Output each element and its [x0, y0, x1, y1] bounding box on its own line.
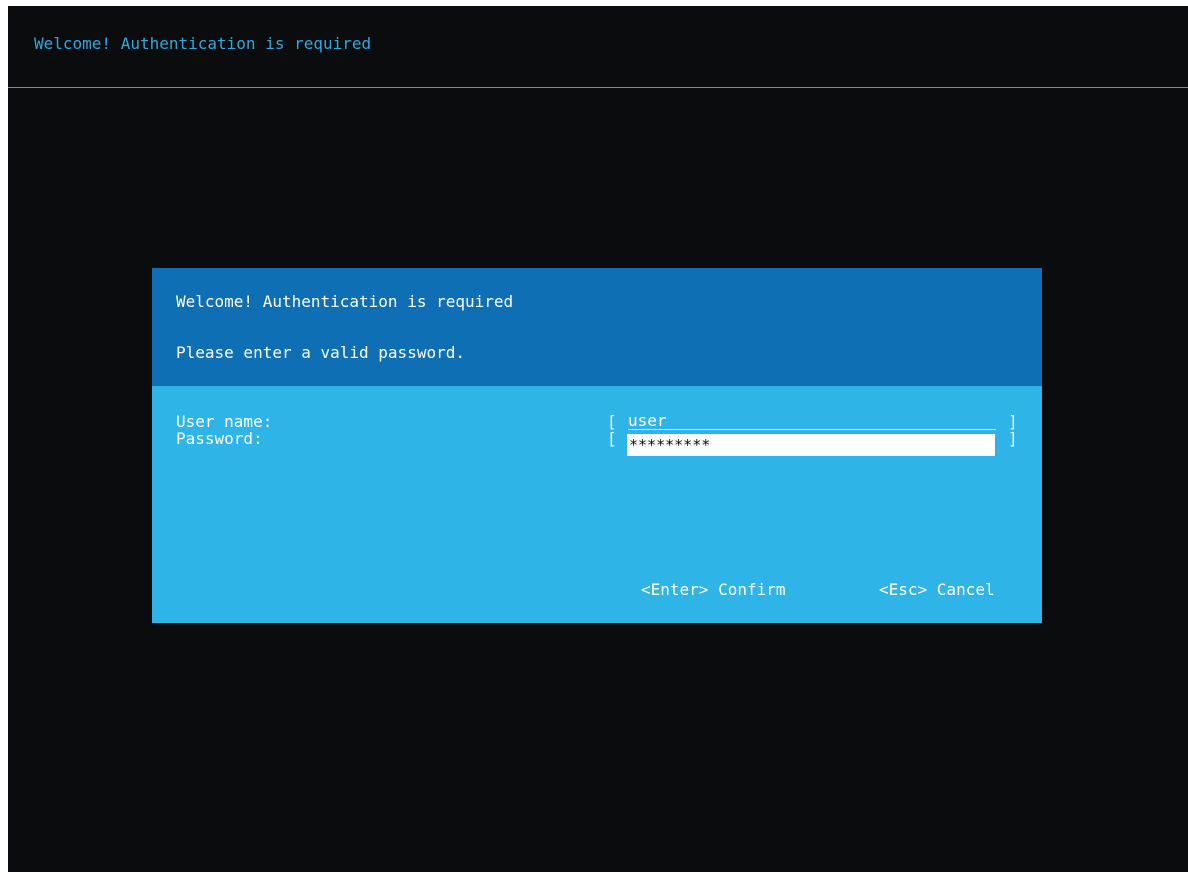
title-divider [8, 87, 1188, 88]
password-close-bracket: ] [1008, 429, 1018, 448]
dialog-body: User name: Password: [ user ] [ ********… [152, 386, 1042, 623]
username-field[interactable]: user [628, 412, 996, 430]
screen-title: Welcome! Authentication is required [34, 34, 372, 53]
auth-dialog: Welcome! Authentication is required Plea… [152, 268, 1042, 623]
password-field[interactable]: ********* [627, 434, 995, 456]
dialog-subtitle: Please enter a valid password. [176, 343, 465, 362]
dialog-header: Welcome! Authentication is required Plea… [152, 268, 1042, 386]
console-screen: Welcome! Authentication is required Welc… [8, 6, 1188, 872]
cancel-action[interactable]: <Esc> Cancel [879, 580, 995, 599]
confirm-action[interactable]: <Enter> Confirm [641, 580, 786, 599]
password-open-bracket: [ [607, 429, 617, 448]
dialog-title: Welcome! Authentication is required [176, 292, 514, 311]
password-label: Password: [176, 429, 263, 448]
